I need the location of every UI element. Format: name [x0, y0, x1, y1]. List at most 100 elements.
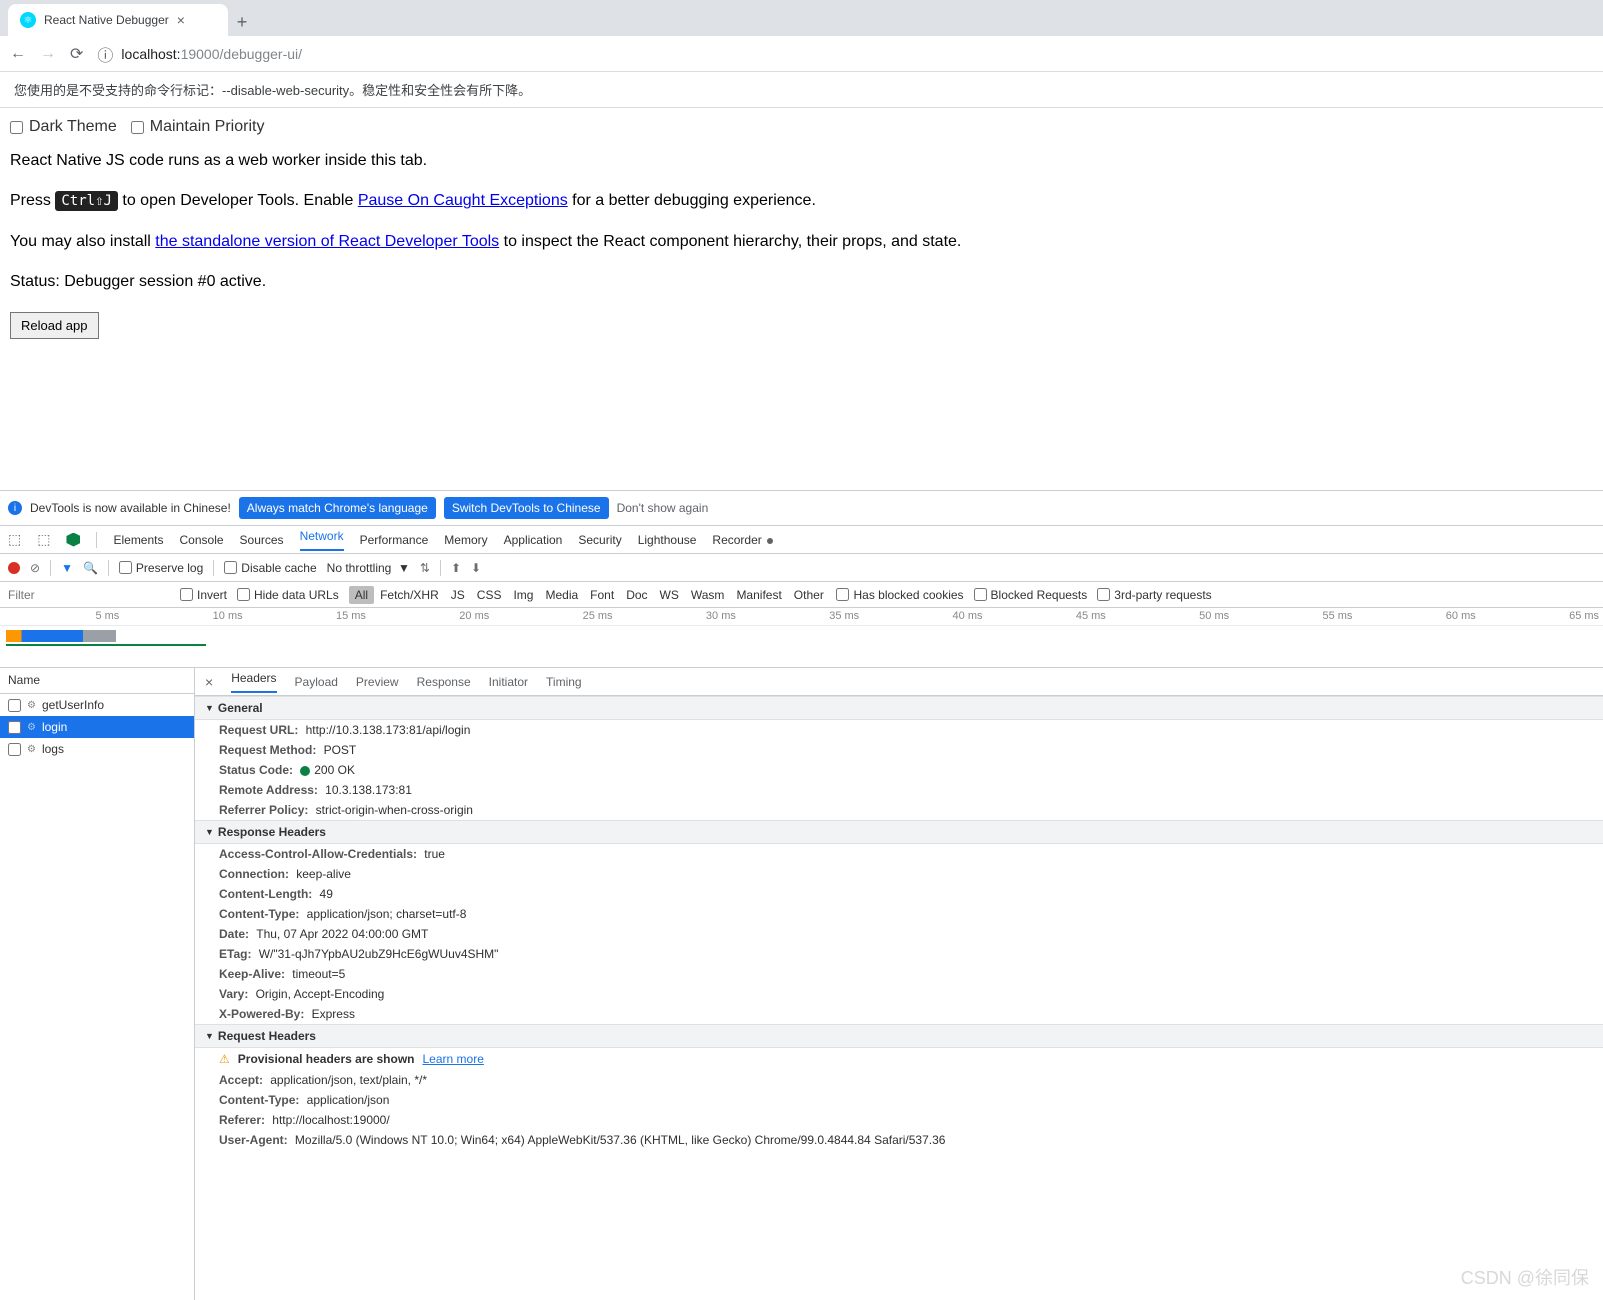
type-ws[interactable]: WS: [654, 586, 685, 604]
dont-show-again-link[interactable]: Don't show again: [617, 501, 709, 515]
tab-lighthouse[interactable]: Lighthouse: [638, 533, 697, 547]
type-manifest[interactable]: Manifest: [730, 586, 787, 604]
name-header[interactable]: Name: [0, 668, 194, 694]
tab-application[interactable]: Application: [504, 533, 563, 547]
preserve-log-label[interactable]: Preserve log: [119, 561, 203, 575]
tab-memory[interactable]: Memory: [444, 533, 487, 547]
hide-data-urls-label[interactable]: Hide data URLs: [237, 588, 339, 602]
tab-elements[interactable]: Elements: [113, 533, 163, 547]
match-language-button[interactable]: Always match Chrome's language: [239, 497, 436, 519]
header-row: ETag: W/"31-qJh7YpbAU2ubZ9HcE6gWUuv4SHM": [195, 944, 1603, 964]
blocked-requests-label[interactable]: Blocked Requests: [974, 588, 1088, 602]
header-row: Keep-Alive: timeout=5: [195, 964, 1603, 984]
chrome-tab-strip: ⚛ React Native Debugger × +: [0, 0, 1603, 36]
standalone-devtools-link[interactable]: the standalone version of React Develope…: [155, 233, 499, 250]
detail-tab-payload[interactable]: Payload: [295, 675, 338, 689]
close-icon[interactable]: ×: [177, 12, 185, 28]
blocked-cookies-label[interactable]: Has blocked cookies: [836, 588, 963, 602]
detail-tab-preview[interactable]: Preview: [356, 675, 399, 689]
third-party-label[interactable]: 3rd-party requests: [1097, 588, 1211, 602]
detail-tab-initiator[interactable]: Initiator: [489, 675, 528, 689]
general-header[interactable]: General: [195, 696, 1603, 720]
address-bar: ← → ⟳ ⓘ localhost:19000/debugger-ui/: [0, 36, 1603, 72]
type-js[interactable]: JS: [445, 586, 471, 604]
forward-icon[interactable]: →: [40, 45, 56, 63]
dark-theme-label[interactable]: Dark Theme: [10, 118, 117, 136]
timeline-bar2: [6, 644, 206, 646]
devtools-hint: Press Ctrl⇧J to open Developer Tools. En…: [10, 190, 1593, 212]
tab-recorder[interactable]: Recorder: [712, 533, 773, 547]
dark-theme-checkbox[interactable]: [10, 121, 23, 134]
site-info-icon[interactable]: ⓘ: [97, 42, 113, 66]
header-row: Connection: keep-alive: [195, 864, 1603, 884]
type-wasm[interactable]: Wasm: [685, 586, 731, 604]
header-row: Request Method: POST: [195, 740, 1603, 760]
maintain-priority-label[interactable]: Maintain Priority: [131, 118, 265, 136]
disable-cache-checkbox[interactable]: [224, 561, 237, 574]
request-item[interactable]: ⚙ getUserInfo: [0, 694, 194, 716]
pause-exceptions-link[interactable]: Pause On Caught Exceptions: [358, 192, 568, 209]
wifi-icon[interactable]: ⇅: [420, 561, 430, 575]
status-text: Status: Debugger session #0 active.: [10, 271, 1593, 293]
provisional-warning: ⚠ Provisional headers are shown Learn mo…: [195, 1048, 1603, 1070]
request-list: Name ⚙ getUserInfo ⚙ login ⚙ logs: [0, 668, 195, 1300]
back-icon[interactable]: ←: [10, 45, 26, 63]
throttling-select[interactable]: No throttling ▼: [327, 561, 410, 575]
tick: 5 ms: [0, 608, 123, 625]
record-icon[interactable]: [8, 562, 20, 574]
learn-more-link[interactable]: Learn more: [423, 1052, 484, 1066]
detail-tab-headers[interactable]: Headers: [231, 671, 276, 693]
type-media[interactable]: Media: [539, 586, 584, 604]
tab-console[interactable]: Console: [180, 533, 224, 547]
reload-icon[interactable]: ⟳: [70, 44, 83, 64]
header-row: Status Code: 200 OK: [195, 760, 1603, 780]
options-row: Dark Theme Maintain Priority: [10, 118, 1593, 136]
tick: 60 ms: [1356, 608, 1479, 625]
switch-language-button[interactable]: Switch DevTools to Chinese: [444, 497, 609, 519]
request-item[interactable]: ⚙ logs: [0, 738, 194, 760]
request-headers-header[interactable]: Request Headers: [195, 1024, 1603, 1048]
standalone-hint: You may also install the standalone vers…: [10, 231, 1593, 253]
browser-tab[interactable]: ⚛ React Native Debugger ×: [8, 4, 228, 36]
tab-sources[interactable]: Sources: [240, 533, 284, 547]
request-item[interactable]: ⚙ login: [0, 716, 194, 738]
filter-input[interactable]: [0, 584, 180, 606]
tab-network[interactable]: Network: [300, 529, 344, 551]
response-headers-header[interactable]: Response Headers: [195, 820, 1603, 844]
upload-icon[interactable]: ⬆: [451, 561, 461, 575]
clear-icon[interactable]: ⊘: [30, 561, 40, 575]
search-icon[interactable]: 🔍: [83, 561, 98, 575]
download-icon[interactable]: ⬇: [471, 561, 481, 575]
filter-row: Invert Hide data URLs All Fetch/XHR JS C…: [0, 582, 1603, 608]
detail-tab-timing[interactable]: Timing: [546, 675, 582, 689]
filter-icon[interactable]: ▼: [61, 561, 73, 575]
type-css[interactable]: CSS: [471, 586, 508, 604]
header-row: Remote Address: 10.3.138.173:81: [195, 780, 1603, 800]
tab-performance[interactable]: Performance: [360, 533, 429, 547]
type-all[interactable]: All: [349, 586, 374, 604]
new-tab-button[interactable]: +: [228, 8, 256, 36]
node-icon[interactable]: [66, 533, 80, 547]
network-toolbar: ⊘ ▼ 🔍 Preserve log Disable cache No thro…: [0, 554, 1603, 582]
inspect-icon[interactable]: ⬚: [8, 531, 21, 548]
maintain-priority-checkbox[interactable]: [131, 121, 144, 134]
tab-security[interactable]: Security: [578, 533, 621, 547]
device-icon[interactable]: ⬚: [37, 531, 50, 548]
preserve-log-checkbox[interactable]: [119, 561, 132, 574]
detail-tab-response[interactable]: Response: [417, 675, 471, 689]
header-row: User-Agent: Mozilla/5.0 (Windows NT 10.0…: [195, 1130, 1603, 1150]
disable-cache-label[interactable]: Disable cache: [224, 561, 316, 575]
type-fetch[interactable]: Fetch/XHR: [374, 586, 445, 604]
type-doc[interactable]: Doc: [620, 586, 653, 604]
close-detail-icon[interactable]: ×: [205, 674, 213, 690]
network-timeline[interactable]: 5 ms10 ms15 ms20 ms25 ms30 ms35 ms40 ms4…: [0, 608, 1603, 668]
invert-label[interactable]: Invert: [180, 588, 227, 602]
header-row: Content-Type: application/json: [195, 1090, 1603, 1110]
url-box[interactable]: ⓘ localhost:19000/debugger-ui/: [97, 42, 302, 66]
type-other[interactable]: Other: [788, 586, 830, 604]
banner-text: DevTools is now available in Chinese!: [30, 501, 231, 515]
react-icon: ⚛: [20, 12, 36, 28]
type-font[interactable]: Font: [584, 586, 620, 604]
type-img[interactable]: Img: [507, 586, 539, 604]
reload-app-button[interactable]: Reload app: [10, 312, 99, 339]
